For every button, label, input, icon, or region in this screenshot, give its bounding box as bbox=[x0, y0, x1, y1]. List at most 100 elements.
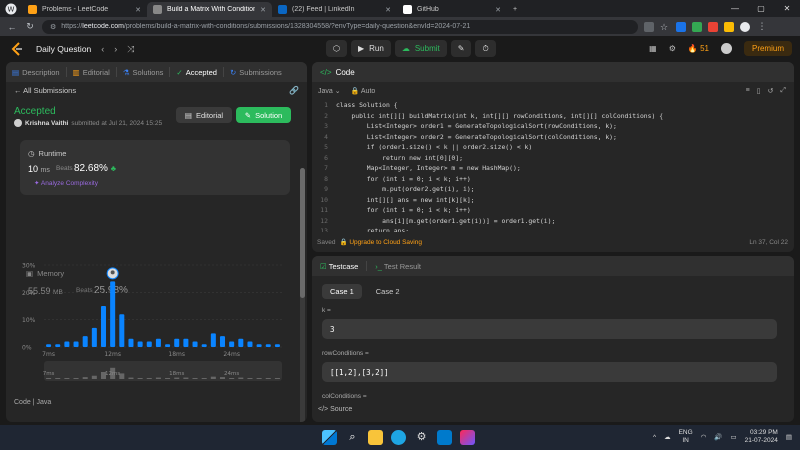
chart-bar[interactable] bbox=[100, 306, 107, 347]
close-tab-icon[interactable]: ✕ bbox=[495, 6, 501, 14]
reload-icon[interactable]: ↻ bbox=[24, 21, 36, 32]
expand-icon[interactable]: ⤢ bbox=[780, 87, 786, 95]
notification-icon[interactable]: ▤ bbox=[786, 433, 792, 441]
chart-bar[interactable] bbox=[64, 341, 70, 347]
extension-icon[interactable] bbox=[676, 21, 686, 32]
jetbrains-icon[interactable] bbox=[460, 430, 475, 445]
code-line[interactable]: 8 for (int i = 0; i < k; i++) bbox=[312, 174, 794, 185]
tab-solutions[interactable]: ⚗ Solutions bbox=[123, 68, 164, 77]
close-window-icon[interactable]: ✕ bbox=[774, 0, 800, 17]
extension-icon[interactable] bbox=[724, 21, 734, 32]
tab-description[interactable]: ▤ Description bbox=[12, 68, 60, 77]
avatar[interactable] bbox=[740, 21, 750, 32]
browser-tab[interactable]: (22) Feed | LinkedIn ✕ bbox=[272, 2, 397, 17]
clock-icon[interactable]: ⏱ bbox=[475, 40, 496, 57]
wifi-icon[interactable]: ◠ bbox=[701, 433, 707, 441]
code-line[interactable]: 2 public int[][] buildMatrix(int k, int[… bbox=[312, 111, 794, 122]
chart-bar[interactable] bbox=[192, 341, 198, 347]
new-tab-button[interactable]: + bbox=[507, 2, 523, 17]
extension-icon[interactable] bbox=[644, 21, 654, 32]
param-input-row-conditions[interactable]: [[1,2],[3,2]] bbox=[322, 362, 777, 382]
language-select[interactable]: Java ⌄ bbox=[318, 87, 341, 95]
tab-test-result[interactable]: ›_ Test Result bbox=[375, 262, 421, 271]
settings-icon[interactable]: ⚙ bbox=[414, 430, 429, 445]
extension-icon[interactable] bbox=[708, 21, 718, 32]
chart-bar[interactable] bbox=[119, 314, 125, 347]
link-icon[interactable]: 🔗 bbox=[289, 86, 299, 95]
code-line[interactable]: 10 int[][] ans = new int[k][k]; bbox=[312, 195, 794, 206]
tab-accepted[interactable]: ✓ Accepted bbox=[176, 68, 217, 77]
chart-bar[interactable] bbox=[165, 344, 171, 347]
tab-submissions[interactable]: ↻ Submissions bbox=[230, 68, 282, 77]
code-line[interactable]: 13 return ans; bbox=[312, 226, 794, 232]
source-toggle[interactable]: </> Source bbox=[318, 406, 352, 413]
browser-profile-icon[interactable]: W bbox=[0, 0, 22, 17]
close-tab-icon[interactable]: ✕ bbox=[135, 6, 141, 14]
close-tab-icon[interactable]: ✕ bbox=[385, 6, 391, 14]
chart-bar[interactable] bbox=[91, 327, 97, 347]
system-clock[interactable]: 03:29 PM 21-07-2024 bbox=[745, 429, 778, 445]
chart-bar[interactable] bbox=[110, 281, 116, 347]
format-icon[interactable]: ≡ bbox=[746, 87, 750, 95]
prev-problem-icon[interactable]: ‹ bbox=[101, 44, 104, 55]
runtime-card[interactable]: ◷ Runtime 10 ms Beats 82.68% ♣ ✦ Analyze … bbox=[20, 140, 290, 195]
submit-button[interactable]: ☁ Submit bbox=[394, 40, 447, 57]
chart-bar[interactable] bbox=[265, 344, 271, 347]
chart-bar[interactable] bbox=[137, 341, 143, 347]
chart-bar[interactable] bbox=[247, 341, 253, 347]
windows-start-icon[interactable] bbox=[322, 430, 337, 445]
chart-bar[interactable] bbox=[238, 338, 244, 347]
editorial-button[interactable]: ▤ Editorial bbox=[176, 107, 232, 123]
chart-bar[interactable] bbox=[183, 338, 189, 347]
code-editor[interactable]: 1 class Solution {2 public int[][] buildM… bbox=[312, 100, 794, 232]
param-input-k[interactable]: 3 bbox=[322, 319, 777, 339]
chart-bar[interactable] bbox=[210, 333, 216, 347]
menu-icon[interactable]: ⋮ bbox=[756, 21, 768, 32]
code-line[interactable]: 4 List<Integer> order2 = GenerateTopolog… bbox=[312, 132, 794, 143]
input-language[interactable]: ENG IN bbox=[679, 429, 693, 445]
shuffle-icon[interactable]: ⤨ bbox=[127, 44, 134, 55]
chart-bar[interactable] bbox=[174, 338, 180, 347]
daily-question-link[interactable]: Daily Question bbox=[36, 44, 91, 54]
chart-bar[interactable] bbox=[219, 336, 226, 347]
star-icon[interactable]: ☆ bbox=[660, 22, 670, 32]
battery-icon[interactable]: ▭ bbox=[730, 433, 736, 441]
chart-bar[interactable] bbox=[55, 344, 61, 347]
tab-testcase[interactable]: ☑ Testcase bbox=[320, 262, 358, 271]
chart-bar[interactable] bbox=[128, 338, 134, 347]
runtime-distribution-chart[interactable]: 30% 20% 10% 0% 7ms 12ms 18ms 24ms 7ms 12ms 18ms 24m… bbox=[20, 257, 290, 385]
scrollbar-thumb[interactable] bbox=[300, 168, 305, 298]
streak-counter[interactable]: 🔥 51 bbox=[688, 44, 709, 53]
code-line[interactable]: 7 Map<Integer, Integer> m = new HashMap(… bbox=[312, 163, 794, 174]
debug-icon[interactable]: ⬡ bbox=[326, 40, 347, 57]
edge-browser-icon[interactable] bbox=[391, 430, 406, 445]
code-line[interactable]: 11 for (int i = 0; i < k; i++) bbox=[312, 205, 794, 216]
run-button[interactable]: ▶ Run bbox=[350, 40, 391, 57]
layout-icon[interactable]: ▦ bbox=[649, 44, 657, 53]
search-icon[interactable]: ⌕ bbox=[345, 430, 360, 445]
close-tab-icon[interactable]: ✕ bbox=[260, 6, 266, 14]
notes-icon[interactable]: ✎ bbox=[450, 40, 472, 57]
next-problem-icon[interactable]: › bbox=[114, 44, 117, 55]
browser-tab[interactable]: GitHub ✕ bbox=[397, 2, 507, 17]
code-line[interactable]: 12 ans[i][m.get(order1.get(i))] = order1… bbox=[312, 216, 794, 227]
vscode-icon[interactable] bbox=[437, 430, 452, 445]
chart-bar[interactable] bbox=[46, 344, 52, 347]
reset-icon[interactable]: ↺ bbox=[768, 87, 774, 95]
leetcode-logo-icon[interactable] bbox=[10, 42, 24, 56]
chart-bar[interactable] bbox=[82, 336, 88, 347]
solution-button[interactable]: ✎ Solution bbox=[236, 107, 291, 123]
code-line[interactable]: 1 class Solution { bbox=[312, 100, 794, 111]
tab-editorial[interactable]: ▥ Editorial bbox=[73, 68, 110, 77]
code-line[interactable]: 3 List<Integer> order1 = GenerateTopolog… bbox=[312, 121, 794, 132]
chart-bar[interactable] bbox=[155, 338, 161, 347]
volume-icon[interactable]: 🔊 bbox=[714, 433, 722, 441]
chevron-up-icon[interactable]: ^ bbox=[653, 434, 656, 441]
case-tab-1[interactable]: Case 1 bbox=[322, 284, 362, 299]
upgrade-cloud-link[interactable]: 🔒 Upgrade to Cloud Saving bbox=[339, 238, 422, 246]
file-explorer-icon[interactable] bbox=[368, 430, 383, 445]
code-line[interactable]: 5 if (order1.size() < k || order2.size()… bbox=[312, 142, 794, 153]
all-submissions-link[interactable]: ← All Submissions bbox=[14, 86, 76, 95]
premium-button[interactable]: Premium bbox=[743, 41, 792, 56]
minimize-icon[interactable]: — bbox=[722, 0, 748, 17]
